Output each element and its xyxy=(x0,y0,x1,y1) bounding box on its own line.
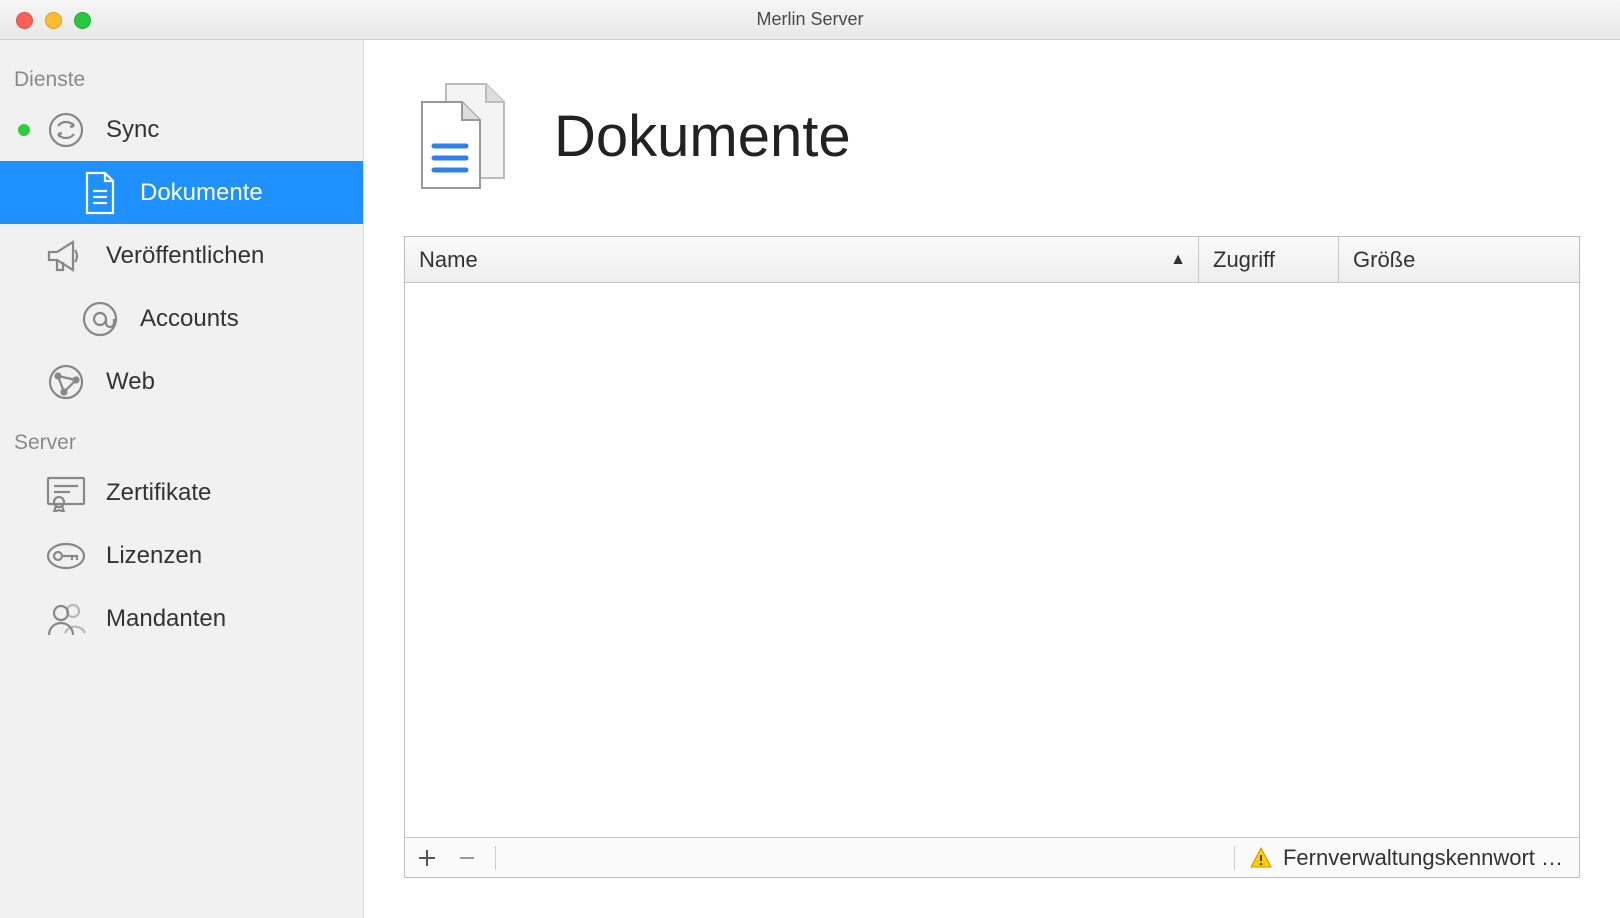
document-icon xyxy=(78,171,122,215)
footer-status-text: Fernverwaltungskennwort … xyxy=(1283,845,1563,871)
sidebar-section-server: Server xyxy=(0,413,363,461)
sidebar-item-sync[interactable]: Sync xyxy=(0,98,363,161)
sidebar-item-veroeffentlichen[interactable]: Veröffentlichen xyxy=(0,224,363,287)
sidebar-item-label: Mandanten xyxy=(106,605,363,633)
close-window-button[interactable] xyxy=(16,12,33,29)
column-label: Zugriff xyxy=(1213,247,1275,273)
sidebar-section-dienste: Dienste xyxy=(0,50,363,98)
app-window: Merlin Server Dienste Sync xyxy=(0,0,1620,918)
minimize-window-button[interactable] xyxy=(45,12,62,29)
column-label: Größe xyxy=(1353,247,1415,273)
toolbar-separator xyxy=(495,846,496,870)
content-header: Dokumente xyxy=(364,50,1620,236)
sidebar-item-label: Zertifikate xyxy=(106,479,363,507)
sidebar-item-lizenzen[interactable]: Lizenzen xyxy=(0,524,363,587)
certificate-icon xyxy=(44,471,88,515)
sidebar-item-label: Veröffentlichen xyxy=(106,242,363,270)
column-header-zugriff[interactable]: Zugriff xyxy=(1199,237,1339,282)
network-icon xyxy=(44,360,88,404)
documents-table: Name ▲ Zugriff Größe xyxy=(404,236,1580,878)
titlebar: Merlin Server xyxy=(0,0,1620,40)
key-icon xyxy=(44,534,88,578)
people-icon xyxy=(44,597,88,641)
sort-ascending-icon: ▲ xyxy=(1170,251,1186,269)
page-title: Dokumente xyxy=(554,103,851,170)
sidebar-item-zertifikate[interactable]: Zertifikate xyxy=(0,461,363,524)
megaphone-icon xyxy=(44,234,88,278)
window-body: Dienste Sync xyxy=(0,40,1620,918)
sidebar-item-dokumente[interactable]: Dokumente xyxy=(0,161,363,224)
toolbar-separator xyxy=(1234,846,1235,870)
sidebar-item-label: Accounts xyxy=(140,305,363,333)
warning-icon xyxy=(1249,846,1273,870)
sync-icon xyxy=(44,108,88,152)
remove-button[interactable] xyxy=(451,842,483,874)
sidebar-item-label: Sync xyxy=(106,116,363,144)
column-header-groesse[interactable]: Größe xyxy=(1339,237,1579,282)
sidebar-item-label: Web xyxy=(106,368,363,396)
footer-status[interactable]: Fernverwaltungskennwort … xyxy=(1230,845,1573,871)
sidebar-item-web[interactable]: Web xyxy=(0,350,363,413)
add-button[interactable] xyxy=(411,842,443,874)
main-content: Dokumente Name ▲ Zugriff Größe xyxy=(364,40,1620,918)
table-body xyxy=(405,283,1579,837)
sidebar: Dienste Sync xyxy=(0,40,364,918)
table-footer: Fernverwaltungskennwort … xyxy=(405,837,1579,877)
documents-hero-icon xyxy=(404,76,524,196)
zoom-window-button[interactable] xyxy=(74,12,91,29)
window-controls xyxy=(16,12,91,29)
column-label: Name xyxy=(419,247,478,273)
column-header-name[interactable]: Name ▲ xyxy=(405,237,1199,282)
sidebar-item-accounts[interactable]: Accounts xyxy=(0,287,363,350)
at-sign-icon xyxy=(78,297,122,341)
sidebar-item-label: Lizenzen xyxy=(106,542,363,570)
status-indicator-green xyxy=(18,124,30,136)
sidebar-item-mandanten[interactable]: Mandanten xyxy=(0,587,363,650)
window-title: Merlin Server xyxy=(756,9,863,30)
sidebar-item-label: Dokumente xyxy=(140,179,363,207)
table-header: Name ▲ Zugriff Größe xyxy=(405,237,1579,283)
